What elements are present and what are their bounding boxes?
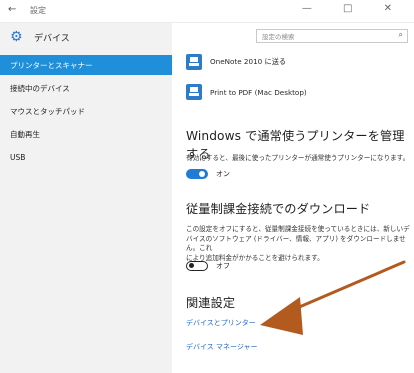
sidebar-header-label: デバイス <box>34 33 70 44</box>
metered-heading: 従量制課金接続でのダウンロード <box>186 202 371 216</box>
metered-description-line: この設定をオフにすると、従量制課金接続を使っているときには、新しいデ <box>186 225 410 233</box>
sidebar-item-usb[interactable]: USB <box>0 147 172 167</box>
metered-toggle-row: オフ <box>186 261 230 271</box>
default-printer-toggle-state: オン <box>216 170 230 178</box>
sidebar-item-printers-scanners[interactable]: プリンターとスキャナー <box>0 55 172 75</box>
window-title: 設定 <box>30 6 46 15</box>
printer-item[interactable]: OneNote 2010 に送る <box>186 54 286 70</box>
search-input[interactable]: 設定の検索 ⌕ <box>256 29 408 43</box>
metered-toggle-state: オフ <box>216 262 230 270</box>
metered-description: この設定をオフにすると、従量制課金接続を使っているときには、新しいデ バイスのソ… <box>186 225 414 263</box>
sidebar: ⚙ デバイス プリンターとスキャナー 接続中のデバイス マウスとタッチパッド 自… <box>0 23 172 373</box>
printer-item[interactable]: Print to PDF (Mac Desktop) <box>186 84 307 100</box>
back-arrow-icon[interactable]: ← <box>8 4 16 15</box>
sidebar-item-autoplay[interactable]: 自動再生 <box>0 124 172 144</box>
metered-description-line: バイスのソフトウェア (ドライバー、情報、アプリ) をダウンロードしません。これ <box>186 234 406 253</box>
window-controls[interactable]: — □ ✕ <box>302 3 406 14</box>
printer-name: Print to PDF (Mac Desktop) <box>210 87 307 97</box>
sidebar-item-label: USB <box>10 152 26 162</box>
printer-icon <box>186 54 202 70</box>
related-settings-heading: 関連設定 <box>186 296 236 310</box>
sidebar-item-mouse-touchpad[interactable]: マウスとタッチパッド <box>0 101 172 121</box>
default-printer-description: 有効にすると、最後に使ったプリンターが通常使うプリンターになります。 <box>186 154 410 162</box>
sidebar-item-connected-devices[interactable]: 接続中のデバイス <box>0 78 172 98</box>
sidebar-item-label: 接続中のデバイス <box>10 83 70 93</box>
search-placeholder: 設定の検索 <box>262 33 295 41</box>
title-bar: ← 設定 — □ ✕ <box>0 0 414 23</box>
default-printer-toggle-row: オン <box>186 169 230 179</box>
sidebar-item-label: マウスとタッチパッド <box>10 106 85 116</box>
printer-name: OneNote 2010 に送る <box>210 57 287 66</box>
printer-icon <box>186 84 202 100</box>
sidebar-item-label: 自動再生 <box>10 129 40 139</box>
default-printer-toggle[interactable] <box>186 169 208 179</box>
main-content: 設定の検索 ⌕ OneNote 2010 に送る Print to PDF (M… <box>172 23 414 373</box>
metered-toggle[interactable] <box>186 261 208 271</box>
devices-and-printers-link[interactable]: デバイスとプリンター <box>186 318 256 328</box>
gear-icon: ⚙ <box>10 29 23 45</box>
search-icon[interactable]: ⌕ <box>399 30 403 40</box>
sidebar-item-label: プリンターとスキャナー <box>10 60 93 70</box>
sidebar-header[interactable]: ⚙ デバイス <box>10 28 70 46</box>
device-manager-link[interactable]: デバイス マネージャー <box>186 342 258 352</box>
